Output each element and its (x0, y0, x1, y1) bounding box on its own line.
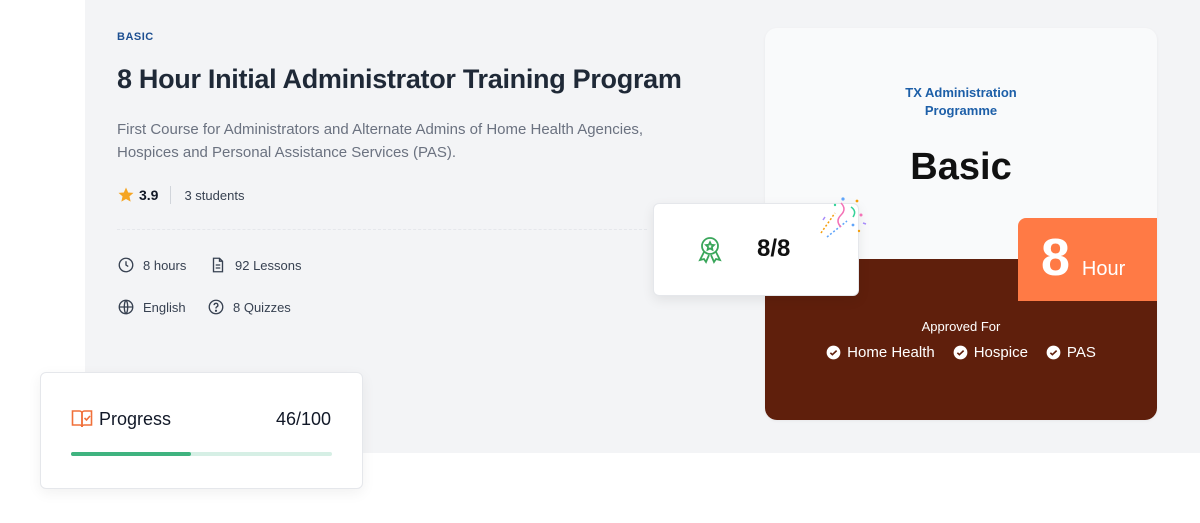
course-description: First Course for Administrators and Alte… (117, 121, 644, 161)
approved-item-label: PAS (1066, 344, 1096, 361)
approved-for-label: Approved For (921, 319, 1001, 334)
score-value: 8/8 (757, 235, 791, 262)
approved-item: PAS (1046, 344, 1096, 361)
document-icon (212, 257, 224, 273)
course-title: 8 Hour Initial Administrator Training Pr… (117, 64, 682, 94)
star-icon (118, 187, 134, 202)
approved-list: Home Health Hospice PAS (765, 344, 1157, 361)
meta-quizzes: 8 Quizzes (207, 298, 291, 316)
language-label: English (143, 299, 186, 315)
rating-separator (170, 186, 172, 204)
approved-item: Home Health (826, 344, 935, 361)
card-subtitle-line2: Programme (924, 103, 998, 118)
rating-value: 3.9 (139, 187, 159, 203)
progress-label: Progress (99, 409, 172, 429)
approved-item-label: Hospice (973, 344, 1028, 361)
hour-badge: 8 Hour (1018, 218, 1157, 301)
progress-count: 46/100 (275, 409, 331, 429)
check-circle-icon (953, 345, 968, 360)
meta-lessons: 92 Lessons (209, 256, 302, 274)
students-count: 3 students (184, 187, 245, 203)
hours-label: 8 hours (143, 257, 187, 273)
approved-item: Hospice (953, 344, 1028, 361)
globe-icon (118, 299, 134, 315)
check-circle-icon (826, 345, 841, 360)
hour-unit: Hour (1081, 258, 1126, 280)
card-subtitle: TX Administration Programme (765, 84, 1157, 120)
check-circle-icon (1046, 345, 1061, 360)
course-level-tag: BASIC (117, 31, 154, 43)
question-icon (208, 299, 224, 315)
book-progress-icon (71, 410, 93, 428)
meta-language: English (117, 298, 186, 316)
lessons-label: 92 Lessons (235, 257, 302, 273)
card-subtitle-line1: TX Administration (905, 85, 1017, 100)
confetti-icon (820, 197, 867, 238)
progress-bar-track (71, 452, 332, 456)
progress-card: Progress 46/100 (40, 372, 363, 489)
award-icon (698, 237, 722, 264)
hour-number: 8 (1041, 229, 1070, 287)
progress-bar-fill (71, 452, 192, 456)
meta-hours: 8 hours (117, 256, 186, 274)
rating-row: 3.9 3 students (117, 185, 244, 205)
quizzes-label: 8 Quizzes (233, 299, 291, 315)
clock-icon (118, 257, 134, 273)
approved-item-label: Home Health (847, 344, 935, 361)
meta-divider (117, 229, 647, 230)
card-level-label: Basic (910, 146, 1012, 188)
